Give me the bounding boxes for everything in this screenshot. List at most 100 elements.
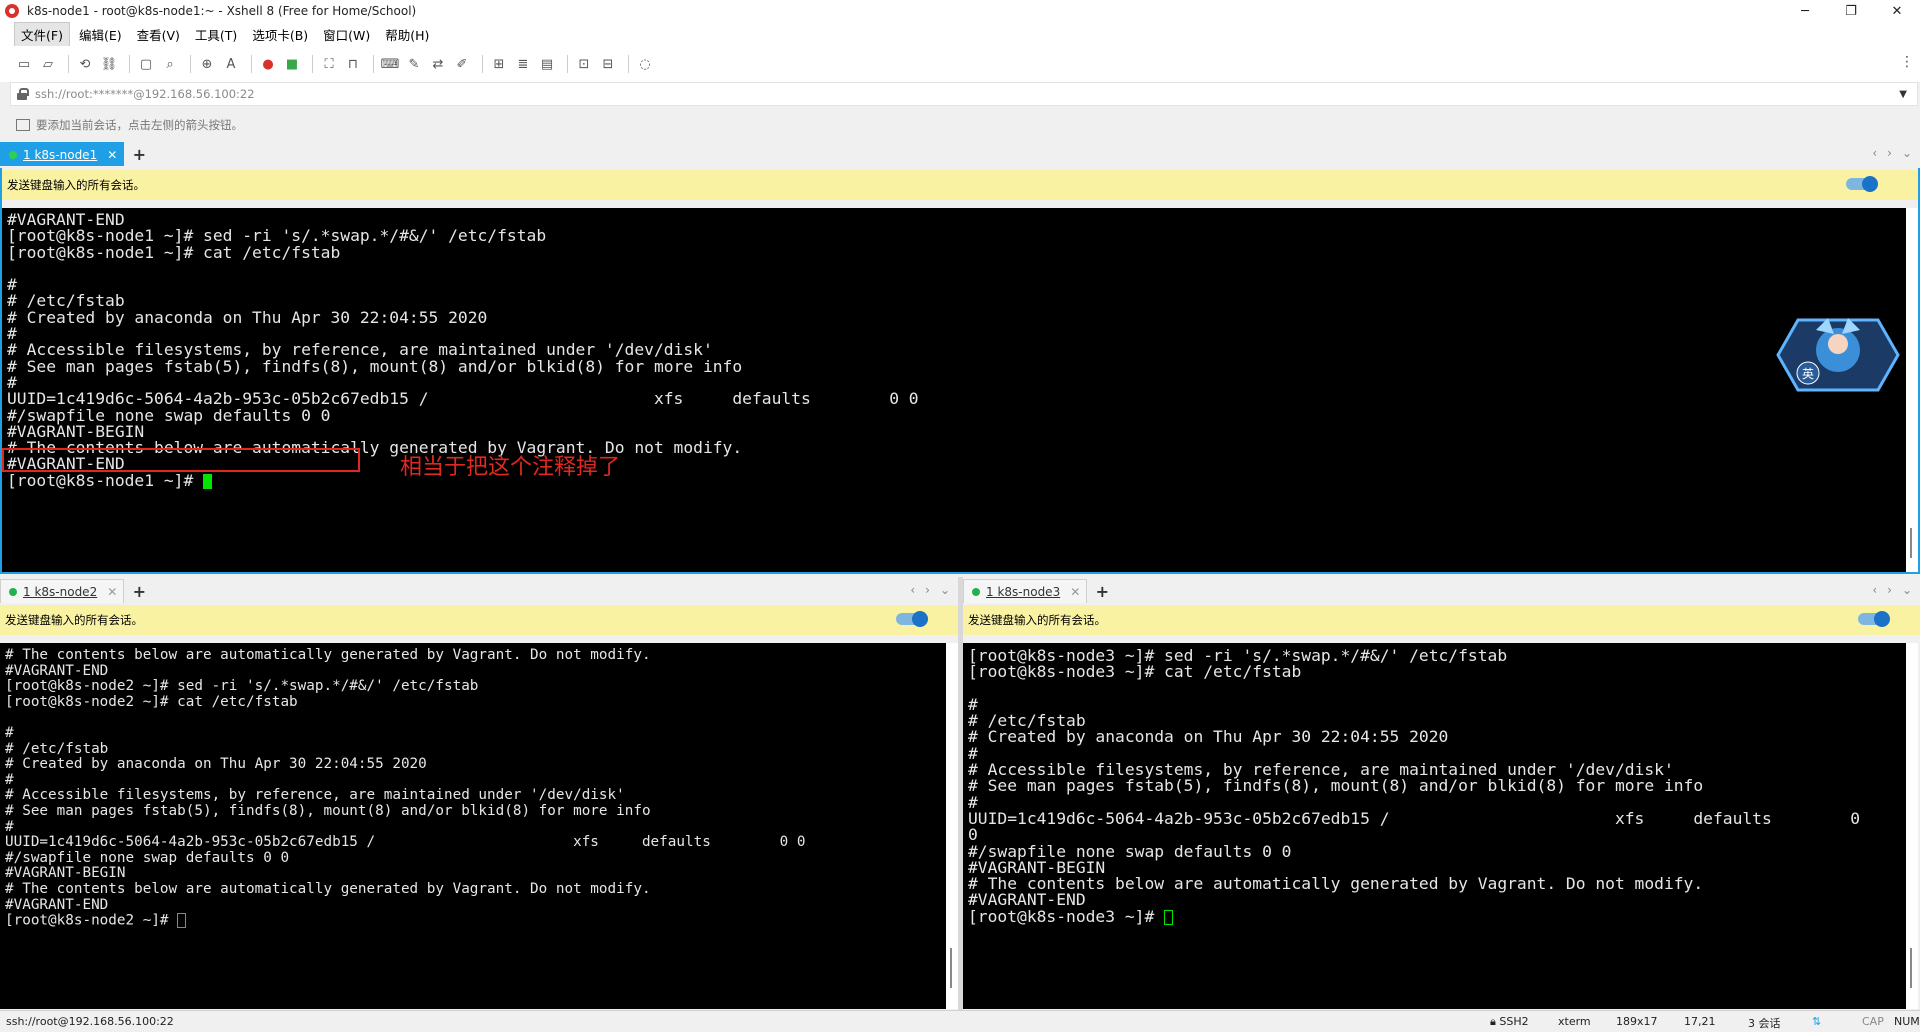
font-icon[interactable]: A — [221, 54, 241, 74]
send-all-toggle[interactable] — [1846, 176, 1878, 192]
scroll-thumb[interactable] — [950, 948, 952, 988]
terminal-line: #/swapfile none swap defaults 0 0 — [7, 405, 331, 425]
compose-icon[interactable]: ⊞ — [489, 54, 509, 74]
scrollbar-node2[interactable] — [946, 643, 958, 1009]
close-button[interactable]: ✕ — [1874, 0, 1920, 22]
status-bar: ssh://root@192.168.56.100:22 🔒︎ SSH2 xte… — [0, 1010, 1920, 1032]
terminal-line: UUID=1c419d6c-5064-4a2b-953c-05b2c67edb1… — [968, 808, 1860, 828]
chevron-down-icon[interactable]: ⌄ — [1902, 146, 1912, 160]
menu-bar: 文件(F) 编辑(E) 查看(V) 工具(T) 选项卡(B) 窗口(W) 帮助(… — [0, 21, 1920, 47]
terminal-line: # — [5, 818, 14, 835]
terminal-line: # — [5, 771, 14, 788]
window-title: k8s-node1 - root@k8s-node1:~ - Xshell 8 … — [27, 4, 417, 18]
chevron-down-icon[interactable]: ⌄ — [1902, 583, 1912, 597]
menu-view[interactable]: 查看(V) — [131, 23, 186, 46]
scroll-thumb[interactable] — [1910, 528, 1912, 558]
chevron-down-icon[interactable]: ▼ — [1899, 89, 1907, 100]
pen-icon[interactable]: ✎ — [404, 54, 424, 74]
add-session-icon[interactable] — [16, 119, 30, 131]
fullscreen-icon[interactable]: ⛶ — [319, 54, 339, 74]
terminal-line: # The contents below are automatically g… — [968, 874, 1704, 894]
search-icon[interactable]: ⌕ — [160, 54, 180, 74]
scroll-thumb[interactable] — [1910, 948, 1912, 988]
new-tab-button[interactable]: + — [1091, 579, 1113, 603]
prompt-line: [root@k8s-node1 ~]# — [7, 472, 1906, 489]
tab-nav: ‹ › ⌄ — [1872, 583, 1912, 597]
disconnect-icon[interactable]: ⛓ — [99, 54, 119, 74]
title-bar: k8s-node1 - root@k8s-node1:~ - Xshell 8 … — [0, 0, 1920, 22]
new-session-icon[interactable]: ▭ — [14, 54, 34, 74]
prompt-line: [root@k8s-node3 ~]# — [968, 906, 1906, 926]
chevron-right-icon[interactable]: › — [1887, 146, 1892, 160]
send-all-toggle[interactable] — [1858, 611, 1890, 627]
chevron-right-icon[interactable]: › — [925, 583, 930, 597]
open-folder-icon[interactable]: ▱ — [38, 54, 58, 74]
terminal-node2[interactable]: # The contents below are automatically g… — [0, 643, 946, 1009]
terminal-line: # See man pages fstab(5), findfs(8), mou… — [968, 776, 1704, 796]
mascot-avatar-icon[interactable]: 英 — [1768, 310, 1908, 400]
layout-icon[interactable]: ⊟ — [598, 54, 618, 74]
menu-edit[interactable]: 编辑(E) — [73, 23, 128, 46]
menu-window[interactable]: 窗口(W) — [317, 23, 376, 46]
reconnect-icon[interactable]: ⟲ — [75, 54, 95, 74]
menu-tools[interactable]: 工具(T) — [189, 23, 243, 46]
log-icon[interactable]: ≣ — [513, 54, 533, 74]
hint-text: 要添加当前会话，点击左侧的箭头按钮。 — [36, 118, 243, 132]
add-pane-icon[interactable]: ⊡ — [574, 54, 594, 74]
close-tab-icon[interactable]: ✕ — [107, 585, 117, 599]
toolbar-divider — [482, 55, 483, 73]
terminal-node1[interactable]: #VAGRANT-END [root@k8s-node1 ~]# sed -ri … — [2, 208, 1906, 572]
annotation-box — [2, 448, 360, 472]
terminal-line: # The contents below are automatically g… — [5, 647, 651, 663]
chevron-left-icon[interactable]: ‹ — [1872, 583, 1877, 597]
new-tab-button[interactable]: + — [128, 579, 150, 603]
terminal-node3[interactable]: [root@k8s-node3 ~]# sed -ri 's/.*swap.*/… — [963, 643, 1906, 1009]
lock-icon[interactable]: ⊓ — [343, 54, 363, 74]
maximize-button[interactable]: ❐ — [1828, 0, 1874, 22]
close-tab-icon[interactable]: ✕ — [107, 148, 117, 162]
tab-label: 1 k8s-node3 — [986, 584, 1061, 599]
prompt-text: [root@k8s-node3 ~]# — [968, 906, 1165, 926]
send-all-toggle[interactable] — [896, 611, 928, 627]
close-tab-icon[interactable]: ✕ — [1070, 585, 1080, 599]
green-tool-icon[interactable]: ■ — [282, 54, 302, 74]
connected-icon — [9, 150, 17, 159]
chevron-down-icon[interactable]: ⌄ — [940, 583, 950, 597]
chevron-left-icon[interactable]: ‹ — [910, 583, 915, 597]
globe-icon[interactable]: ⊕ — [197, 54, 217, 74]
new-tab-icon[interactable]: ▢ — [136, 54, 156, 74]
send-all-bar: 发送键盘输入的所有会话。 — [0, 605, 958, 635]
tab-k8s-node3[interactable]: 1 k8s-node3 ✕ — [963, 579, 1088, 603]
terminal-line: #VAGRANT-END — [5, 662, 109, 679]
address-field[interactable]: ssh://root:*******@192.168.56.100:22 — [35, 87, 255, 101]
status-sessions[interactable]: 3 会话 — [1748, 1015, 1781, 1031]
scrollbar-node3[interactable] — [1906, 643, 1918, 1009]
tab-k8s-node1[interactable]: 1 k8s-node1 ✕ — [0, 142, 125, 166]
menu-help[interactable]: 帮助(H) — [379, 23, 435, 46]
transfer-icon[interactable]: ⇄ — [428, 54, 448, 74]
terminal-line: #VAGRANT-BEGIN — [5, 865, 126, 882]
terminal-line: [root@k8s-node1 ~]# cat /etc/fstab — [7, 242, 341, 262]
chat-icon[interactable]: ▤ — [537, 54, 557, 74]
script-icon[interactable]: ✐ — [452, 54, 472, 74]
help-icon[interactable]: ◌ — [635, 54, 655, 74]
more-options-icon[interactable]: ⋮ — [1900, 54, 1914, 70]
terminal-cursor — [1164, 909, 1174, 925]
connected-icon — [972, 587, 980, 596]
tab-k8s-node2[interactable]: 1 k8s-node2 ✕ — [0, 579, 125, 603]
keyboard-icon[interactable]: ⌨ — [380, 54, 400, 74]
menu-tabs[interactable]: 选项卡(B) — [246, 23, 314, 46]
address-bar[interactable]: ssh://root:*******@192.168.56.100:22 ▼ — [10, 82, 1918, 106]
chevron-left-icon[interactable]: ‹ — [1872, 146, 1877, 160]
chevron-right-icon[interactable]: › — [1887, 583, 1892, 597]
xftp-icon[interactable]: ● — [258, 54, 278, 74]
minimize-button[interactable]: ─ — [1782, 0, 1828, 22]
menu-file[interactable]: 文件(F) — [14, 21, 70, 47]
send-all-bar: 发送键盘输入的所有会话。 — [2, 170, 1918, 200]
terminal-line: # /etc/fstab — [5, 740, 109, 757]
terminal-line: [root@k8s-node2 ~]# sed -ri 's/.*swap.*/… — [5, 678, 479, 695]
new-tab-button[interactable]: + — [128, 142, 150, 166]
terminal-line: UUID=1c419d6c-5064-4a2b-953c-05b2c67edb1… — [5, 834, 806, 851]
tab-strip-node2: 1 k8s-node2 ✕ + ‹ › ⌄ — [0, 577, 958, 603]
